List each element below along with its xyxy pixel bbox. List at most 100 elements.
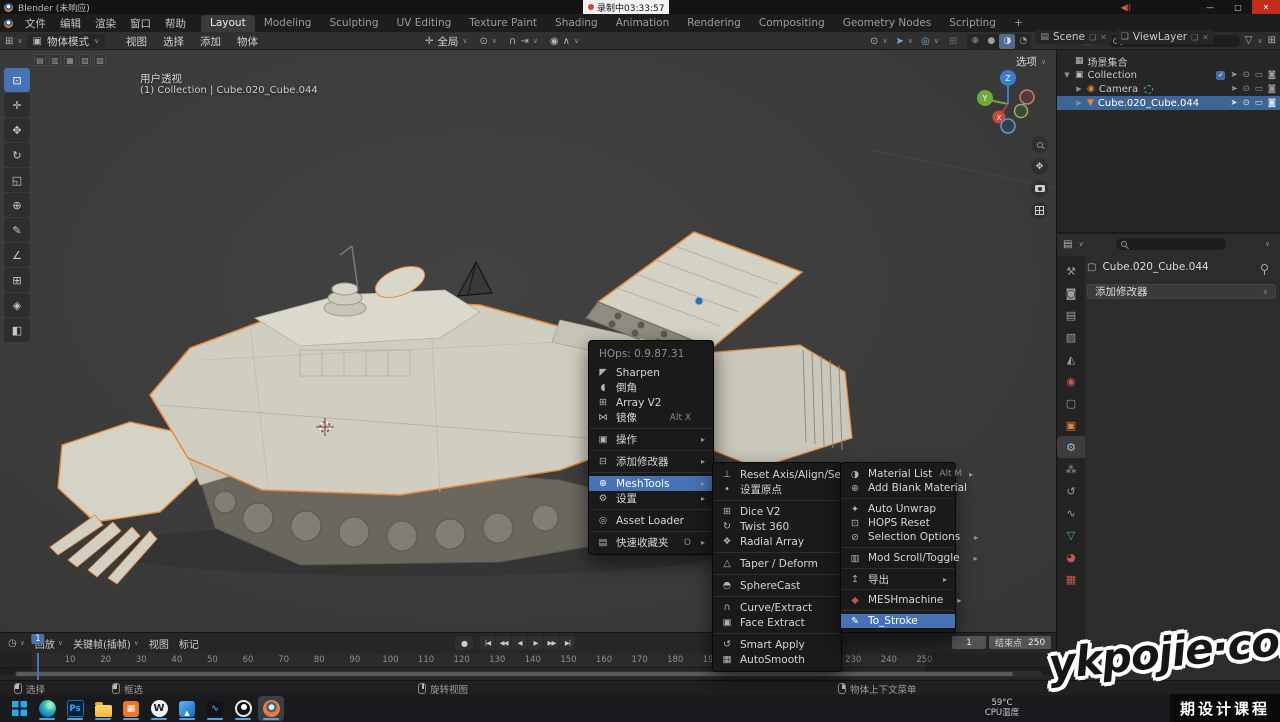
rotate-tool[interactable]: ↻ bbox=[4, 143, 30, 167]
disable-render-icon[interactable]: ◙ bbox=[1268, 70, 1276, 80]
zoom-icon[interactable] bbox=[1031, 136, 1048, 153]
measure-tool[interactable]: ∠ bbox=[4, 243, 30, 267]
add-modifier-button[interactable]: 添加修改器 ∨ bbox=[1087, 284, 1276, 299]
workspace-tab-geometry-nodes[interactable]: Geometry Nodes bbox=[834, 15, 941, 32]
modifiers-tab[interactable]: ⚙ bbox=[1057, 436, 1085, 458]
physics-tab[interactable]: ↺ bbox=[1057, 480, 1085, 502]
taskbar-app-button[interactable] bbox=[90, 696, 116, 721]
properties-editor-icon[interactable]: ▤ bbox=[1063, 239, 1072, 250]
empty-object-pyramid[interactable] bbox=[458, 262, 492, 296]
volume-icon[interactable]: ◀)) bbox=[1121, 3, 1130, 12]
xray-toggle-icon[interactable]: ⊞ bbox=[949, 36, 957, 47]
menu-item[interactable]: ✎ To_Stroke bbox=[841, 614, 955, 628]
workspace-tab-shading[interactable]: Shading bbox=[546, 15, 607, 32]
menu-item[interactable]: ⋈ 镜像 Alt X bbox=[589, 410, 713, 425]
workspace-tab-compositing[interactable]: Compositing bbox=[750, 15, 834, 32]
menu-item[interactable]: ⊕ Add Blank Material bbox=[841, 481, 955, 495]
transform-tool[interactable]: ⊕ bbox=[4, 193, 30, 217]
menu-item[interactable]: ⊥ Reset Axis/Align/Select bbox=[713, 467, 841, 482]
render-tab[interactable]: ◙ bbox=[1057, 282, 1085, 304]
menu-item[interactable]: ⚙ 设置 ▸ bbox=[589, 491, 713, 506]
menu-item[interactable]: ▤ 快速收藏夹 O ▸ bbox=[589, 535, 713, 550]
filter-funnel-icon[interactable]: ▽ bbox=[1245, 35, 1253, 46]
menu-item[interactable]: ▣ 操作 ▸ bbox=[589, 432, 713, 447]
pan-hand-icon[interactable]: ✥ bbox=[1031, 158, 1048, 175]
show-gizmos-icon[interactable]: ➤ bbox=[896, 36, 904, 47]
material-tab[interactable]: ◕ bbox=[1057, 546, 1085, 568]
pin-icon[interactable] bbox=[1261, 264, 1268, 271]
jump-to-end-button[interactable]: ▶| bbox=[560, 636, 575, 650]
cursor-tool[interactable]: ✛ bbox=[4, 93, 30, 117]
menu-item[interactable]: ⊡ HOPS Reset bbox=[841, 516, 955, 530]
selectability-icon[interactable]: ➤ bbox=[1230, 98, 1237, 108]
unlink-scene-icon[interactable]: ✕ bbox=[1100, 33, 1107, 42]
blender-app-menu-icon[interactable] bbox=[4, 19, 13, 28]
workspace-tab-modeling[interactable]: Modeling bbox=[255, 15, 321, 32]
menu-item[interactable]: ◆ MESHmachine ▸ bbox=[841, 593, 955, 607]
hops-tool[interactable]: ◈ bbox=[4, 293, 30, 317]
menu-item[interactable]: ⊞ Array V2 bbox=[589, 395, 713, 410]
select-box-tool[interactable]: ⊡ bbox=[4, 68, 30, 92]
object-tab[interactable]: ▣ bbox=[1057, 414, 1085, 436]
viewport-menu-button[interactable]: 选择 bbox=[155, 34, 192, 49]
maximize-button[interactable]: □ bbox=[1224, 0, 1252, 14]
menu-item[interactable]: ∩ Curve/Extract bbox=[713, 600, 841, 615]
taskbar-app-button[interactable]: ∿ bbox=[202, 696, 228, 721]
previous-keyframe-button[interactable]: ◀◀ bbox=[496, 636, 511, 650]
disable-viewport-icon[interactable]: ▭ bbox=[1255, 70, 1263, 80]
navigation-gizmo[interactable]: Z Y X bbox=[974, 64, 1044, 142]
taskbar-app-button[interactable] bbox=[230, 696, 256, 721]
editor-type-dropdown-icon[interactable]: ∨ bbox=[17, 37, 22, 45]
menu-item[interactable]: • 设置原点 bbox=[713, 482, 841, 497]
timeline-scrollbar[interactable] bbox=[14, 671, 1042, 677]
object-data-tab[interactable]: ▽ bbox=[1057, 524, 1085, 546]
workspace-tab-scripting[interactable]: Scripting bbox=[940, 15, 1005, 32]
pivot-point-icon[interactable]: ⊙ bbox=[480, 36, 488, 47]
disable-viewport-icon[interactable]: ▭ bbox=[1255, 84, 1263, 94]
particles-tab[interactable]: ⁂ bbox=[1057, 458, 1085, 480]
menu-item[interactable]: ⊕ MeshTools ▸ bbox=[589, 476, 713, 491]
falloff-icon[interactable]: ∧ bbox=[563, 36, 570, 47]
workspace-tab-animation[interactable]: Animation bbox=[607, 15, 679, 32]
menu-button[interactable]: 渲染 bbox=[88, 16, 123, 31]
menu-button[interactable]: 帮助 bbox=[158, 16, 193, 31]
workspace-tab-uv-editing[interactable]: UV Editing bbox=[388, 15, 461, 32]
taskbar-app-button[interactable]: Ps bbox=[62, 696, 88, 721]
collection-checkbox[interactable]: ✓ bbox=[1216, 71, 1225, 80]
viewport-quick-toggle-icon[interactable]: ▤ bbox=[34, 54, 46, 66]
view-menu[interactable]: 视图 bbox=[149, 636, 169, 651]
show-overlays-icon[interactable]: ◎ bbox=[921, 36, 930, 47]
disable-viewport-icon[interactable]: ▭ bbox=[1255, 98, 1263, 108]
new-view-layer-icon[interactable]: ❏ bbox=[1191, 33, 1198, 42]
proportional-editing-icon[interactable]: ◉ bbox=[550, 36, 559, 47]
workspace-tab-layout[interactable]: Layout bbox=[201, 15, 255, 32]
new-scene-icon[interactable]: ❏ bbox=[1089, 33, 1096, 42]
outliner-row-camera[interactable]: ▶ ◉ Camera ➤ ⊙ ▭ ◙ bbox=[1057, 82, 1280, 96]
hide-viewport-icon[interactable]: ⊙ bbox=[1243, 84, 1250, 94]
remove-view-layer-icon[interactable]: ✕ bbox=[1202, 33, 1209, 42]
current-frame-line[interactable] bbox=[37, 653, 39, 681]
selectability-icon[interactable]: ➤ bbox=[1230, 70, 1237, 80]
view-layer-tab[interactable]: ▧ bbox=[1057, 326, 1085, 348]
snap-with-icon[interactable]: ⇥ bbox=[520, 36, 528, 47]
menu-item[interactable]: ❖ Radial Array bbox=[713, 534, 841, 549]
auto-keying-record-button[interactable]: ● bbox=[455, 636, 473, 650]
menu-button[interactable]: 文件 bbox=[18, 16, 53, 31]
taskbar-app-button[interactable] bbox=[34, 696, 60, 721]
viewport-menu-button[interactable]: 视图 bbox=[118, 34, 155, 49]
jump-to-start-button[interactable]: |◀ bbox=[480, 636, 495, 650]
viewport-quick-toggle-icon[interactable]: ▥ bbox=[49, 54, 61, 66]
outliner-row-selected-object[interactable]: ▶ ▼ Cube.020_Cube.044 ➤ ⊙ ▭ ◙ bbox=[1057, 96, 1280, 110]
windows-start-button[interactable] bbox=[6, 696, 32, 721]
orientation-label[interactable]: 全局 bbox=[437, 34, 458, 49]
expand-icon[interactable]: ▼ bbox=[1063, 71, 1071, 79]
outliner-row-collection[interactable]: ▼ ▣ Collection ✓ ➤ ⊙ ▭ ◙ bbox=[1057, 68, 1280, 82]
menu-item[interactable]: ⊘ Selection Options ▸ bbox=[841, 530, 955, 544]
tool-tab[interactable]: ⚒ bbox=[1057, 260, 1085, 282]
expand-icon[interactable]: ▶ bbox=[1075, 99, 1083, 107]
show-visibility-icon[interactable]: ⊙ bbox=[870, 36, 878, 47]
menu-item[interactable]: ◤ Sharpen bbox=[589, 365, 713, 380]
scale-tool[interactable]: ◱ bbox=[4, 168, 30, 192]
view-layer-selector[interactable]: ❏ ViewLayer ❏ ✕ bbox=[1116, 30, 1214, 44]
mode-selector[interactable]: ▣ 物体模式 ∨ bbox=[27, 34, 106, 48]
